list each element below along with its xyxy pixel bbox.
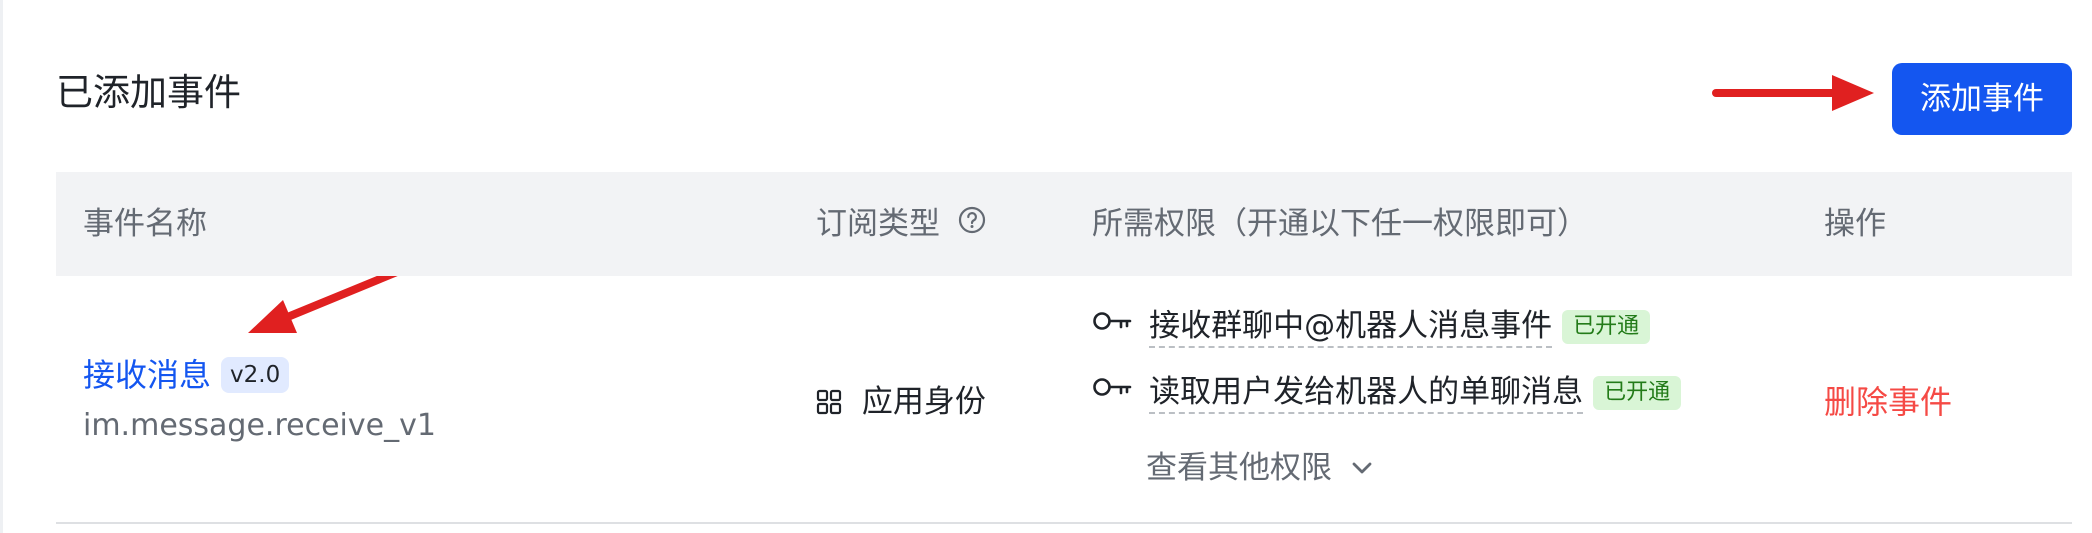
chevron-down-icon: [1342, 450, 1374, 486]
question-circle-icon[interactable]: [958, 172, 986, 276]
header-subscription-type-label: 订阅类型: [816, 206, 940, 242]
grid-icon: [816, 384, 862, 420]
permission-item: 读取用户发给机器人的单聊消息 已开通: [1092, 368, 1682, 416]
status-badge: 已开通: [1562, 309, 1651, 344]
header-required-permissions: 所需权限（开通以下任一权限即可）: [1092, 206, 1588, 242]
permission-name[interactable]: 接收群聊中@机器人消息事件: [1149, 306, 1553, 348]
annotation-arrow-add-button: [1712, 75, 1874, 111]
permission-name[interactable]: 读取用户发给机器人的单聊消息: [1149, 372, 1584, 414]
header-subscription-type: 订阅类型: [816, 172, 986, 276]
permission-item: 接收群聊中@机器人消息事件 已开通: [1092, 302, 1651, 350]
view-more-permissions-label: 查看其他权限: [1146, 450, 1332, 486]
event-key: im.message.receive_v1: [83, 408, 436, 443]
header-actions: 操作: [1824, 206, 1886, 242]
events-page: 已添加事件 添加事件 事件名称 订阅类型 所需权限（开通以下任一权限即可） 操作…: [0, 0, 2092, 533]
subscription-type-cell: 应用身份: [816, 380, 986, 424]
status-badge: 已开通: [1593, 375, 1682, 410]
table-header: 事件名称 订阅类型 所需权限（开通以下任一权限即可） 操作: [56, 172, 2072, 276]
key-icon: [1092, 311, 1139, 336]
key-icon: [1092, 377, 1139, 402]
events-table: 事件名称 订阅类型 所需权限（开通以下任一权限即可） 操作 接收消息 v2.0: [56, 172, 2072, 524]
table-row: 接收消息 v2.0 im.message.receive_v1 应用身份 接收群…: [56, 276, 2072, 524]
delete-event-button[interactable]: 删除事件: [1824, 380, 1952, 424]
event-name-link[interactable]: 接收消息: [83, 356, 211, 394]
header-event-name: 事件名称: [83, 206, 207, 242]
view-more-permissions-link[interactable]: 查看其他权限: [1146, 444, 1374, 492]
event-name-cell: 接收消息 v2.0 im.message.receive_v1: [83, 353, 436, 447]
subscription-type-label: 应用身份: [861, 384, 986, 420]
version-badge: v2.0: [221, 357, 290, 393]
